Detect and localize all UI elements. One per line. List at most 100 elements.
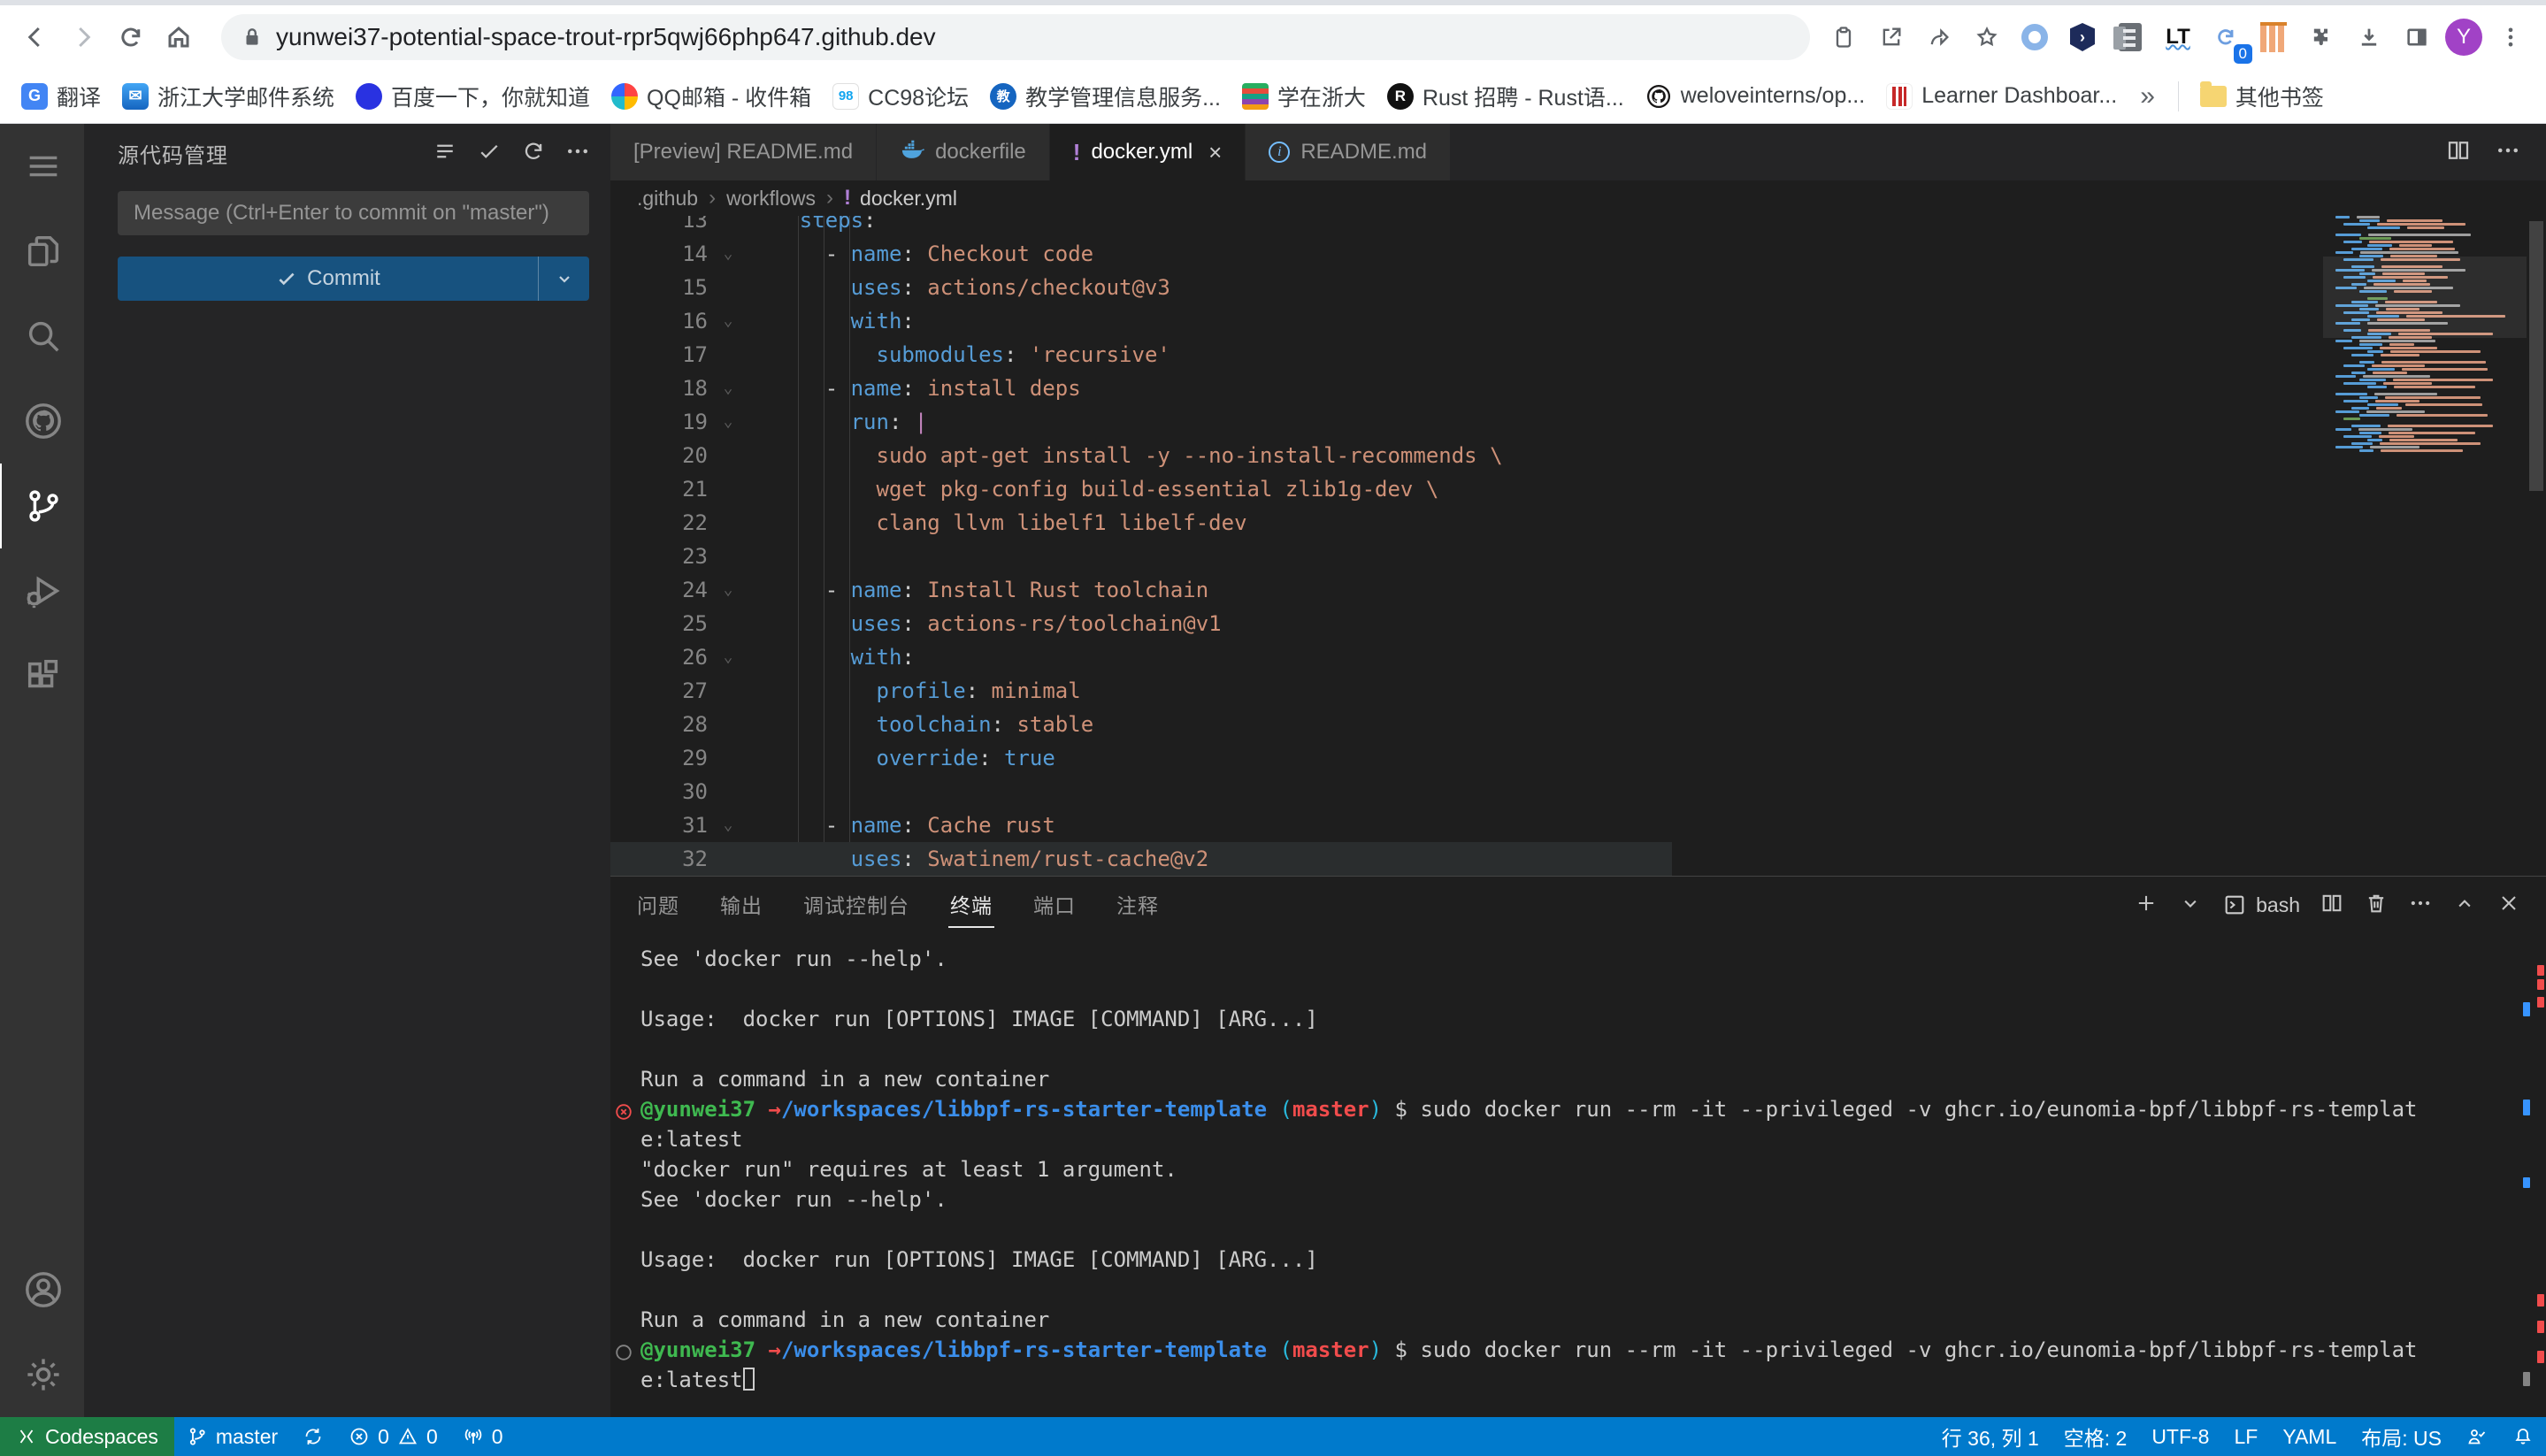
browser-avatar[interactable]: Y <box>2445 19 2482 56</box>
commit-message-input[interactable] <box>118 191 589 235</box>
tab-dockerfile[interactable]: dockerfile <box>877 124 1050 180</box>
code-line[interactable]: 21 wget pkg-config build-essential zlib1… <box>610 472 2323 506</box>
panel-tab-注释[interactable]: 注释 <box>1115 882 1161 928</box>
status-cursor-position[interactable]: 行 36, 列 1 <box>1929 1417 2051 1456</box>
status-ports[interactable]: 0 <box>450 1417 516 1456</box>
editor-action-split-editor[interactable] <box>2445 137 2472 168</box>
breadcrumb-file[interactable]: !docker.yml <box>844 186 957 211</box>
status-feedback[interactable] <box>2454 1417 2500 1456</box>
panel-tab-问题[interactable]: 问题 <box>635 882 681 928</box>
status-sync[interactable] <box>290 1417 336 1456</box>
scrollbar-thumb[interactable] <box>2529 221 2543 491</box>
code-line[interactable]: 24⌄ - name: Install Rust toolchain <box>610 573 2323 607</box>
extension-pages-icon[interactable] <box>2111 18 2150 57</box>
shell-selector[interactable]: bash <box>2222 893 2300 917</box>
panel-action-chevron-down[interactable] <box>2178 891 2203 920</box>
extension-pencils-icon[interactable] <box>2254 18 2293 57</box>
editor-scrollbar[interactable] <box>2527 216 2546 876</box>
tab-readme-md[interactable]: iREADME.md <box>1246 124 1451 180</box>
breadcrumb-item[interactable]: workflows <box>726 187 816 211</box>
bookmark-item[interactable]: G翻译 <box>12 77 110 116</box>
fold-chevron-icon[interactable]: ⌄ <box>708 372 748 405</box>
activitybar-settings-gear[interactable] <box>0 1332 84 1417</box>
activitybar-source-control[interactable] <box>0 464 84 548</box>
commit-dropdown[interactable] <box>538 257 589 301</box>
browser-menu-icon[interactable] <box>2491 18 2530 57</box>
panel-tab-调试控制台[interactable]: 调试控制台 <box>801 882 911 928</box>
bookmark-item[interactable]: weloveinterns/op... <box>1637 77 1874 116</box>
extension-languagetool-icon[interactable]: LT <box>2159 18 2197 57</box>
code-line[interactable]: 31⌄ - name: Cache rust <box>610 808 2323 842</box>
bookmarks-overflow-chevron[interactable]: » <box>2129 81 2166 111</box>
code-area[interactable]: 13 steps:14⌄ - name: Checkout code15 use… <box>610 216 2323 876</box>
code-line[interactable]: 28 toolchain: stable <box>610 708 2323 741</box>
code-line[interactable]: 17 submodules: 'recursive' <box>610 338 2323 372</box>
clipboard-icon[interactable] <box>1824 18 1863 57</box>
download-icon[interactable] <box>2350 18 2389 57</box>
status-indentation[interactable]: 空格: 2 <box>2051 1417 2140 1456</box>
home-icon[interactable] <box>159 18 198 57</box>
code-line[interactable]: 19⌄ run: | <box>610 405 2323 439</box>
activitybar-extensions[interactable] <box>0 633 84 718</box>
sidebar-icon[interactable] <box>2397 18 2436 57</box>
code-line[interactable]: 26⌄ with: <box>610 640 2323 674</box>
back-icon[interactable] <box>16 18 55 57</box>
breadcrumb[interactable]: .github›workflows›!docker.yml <box>610 180 2546 216</box>
status-problems[interactable]: 00 <box>336 1417 450 1456</box>
code-line[interactable]: 29 override: true <box>610 741 2323 775</box>
puzzle-icon[interactable] <box>2302 18 2341 57</box>
status-encoding[interactable]: UTF-8 <box>2139 1417 2221 1456</box>
breadcrumb-item[interactable]: .github <box>637 187 698 211</box>
panel-tab-输出[interactable]: 输出 <box>718 882 764 928</box>
address-bar[interactable]: yunwei37-potential-space-trout-rpr5qwj66… <box>221 14 1810 60</box>
panel-action-close[interactable] <box>2496 891 2521 920</box>
share-icon[interactable] <box>1920 18 1959 57</box>
panel-tab-终端[interactable]: 终端 <box>948 882 994 928</box>
status-language-mode[interactable]: YAML <box>2270 1417 2349 1456</box>
code-line[interactable]: 30 <box>610 775 2323 808</box>
editor-action-ellipsis[interactable] <box>2495 137 2521 168</box>
bookmark-item[interactable]: 教教学管理信息服务... <box>981 77 1230 116</box>
bookmark-item[interactable]: 百度一下，你就知道 <box>347 77 599 116</box>
extension-circle-icon[interactable] <box>2015 18 2054 57</box>
code-line[interactable]: 23 <box>610 540 2323 573</box>
scm-action-ellipsis[interactable] <box>564 138 591 169</box>
scm-action-view-list[interactable] <box>432 138 458 169</box>
bookmark-item[interactable]: RRust 招聘 - Rust语... <box>1378 77 1633 116</box>
bookmark-item[interactable]: 学在浙大 <box>1233 77 1375 116</box>
star-icon[interactable] <box>1967 18 2006 57</box>
bookmark-item[interactable]: QQ邮箱 - 收件箱 <box>602 77 820 116</box>
extension-refresh-badge-icon[interactable]: 0 <box>2206 18 2245 57</box>
fold-chevron-icon[interactable]: ⌄ <box>708 573 748 607</box>
minimap[interactable] <box>2323 216 2527 876</box>
fold-chevron-icon[interactable]: ⌄ <box>708 808 748 842</box>
panel-action-add[interactable] <box>2134 891 2159 920</box>
code-line[interactable]: 20 sudo apt-get install -y --no-install-… <box>610 439 2323 472</box>
code-line[interactable]: 14⌄ - name: Checkout code <box>610 237 2323 271</box>
tab--preview-readme-md[interactable]: [Preview] README.md <box>610 124 877 180</box>
minimap-slider[interactable] <box>2323 257 2527 338</box>
code-line[interactable]: 18⌄ - name: install deps <box>610 372 2323 405</box>
panel-tab-端口[interactable]: 端口 <box>1031 882 1077 928</box>
close-icon[interactable]: × <box>1208 139 1222 166</box>
commit-button[interactable]: Commit <box>118 257 589 301</box>
status-eol[interactable]: LF <box>2221 1417 2270 1456</box>
activitybar-account[interactable] <box>0 1247 84 1332</box>
fold-chevron-icon[interactable]: ⌄ <box>708 640 748 674</box>
code-line[interactable]: 25 uses: actions-rs/toolchain@v1 <box>610 607 2323 640</box>
scm-action-refresh[interactable] <box>520 138 547 169</box>
code-line[interactable]: 15 uses: actions/checkout@v3 <box>610 271 2323 304</box>
status-codespaces[interactable]: Codespaces <box>0 1417 174 1456</box>
panel-action-chevron-up[interactable] <box>2452 891 2477 920</box>
terminal[interactable]: See 'docker run --help'.Usage: docker ru… <box>610 933 2546 1417</box>
scm-action-check[interactable] <box>476 138 502 169</box>
extension-shield-icon[interactable]: › <box>2063 18 2102 57</box>
tab-docker-yml[interactable]: !docker.yml× <box>1050 124 1246 180</box>
bookmark-item[interactable]: Learner Dashboar... <box>1877 77 2126 116</box>
code-line[interactable]: 32 uses: Swatinem/rust-cache@v2 <box>610 842 2323 876</box>
status-keyboard-layout[interactable]: 布局: US <box>2349 1417 2454 1456</box>
code-line[interactable]: 13 steps: <box>610 216 2323 237</box>
forward-icon[interactable] <box>64 18 103 57</box>
panel-action-split-editor[interactable] <box>2320 891 2344 920</box>
status-notifications[interactable] <box>2500 1417 2546 1456</box>
